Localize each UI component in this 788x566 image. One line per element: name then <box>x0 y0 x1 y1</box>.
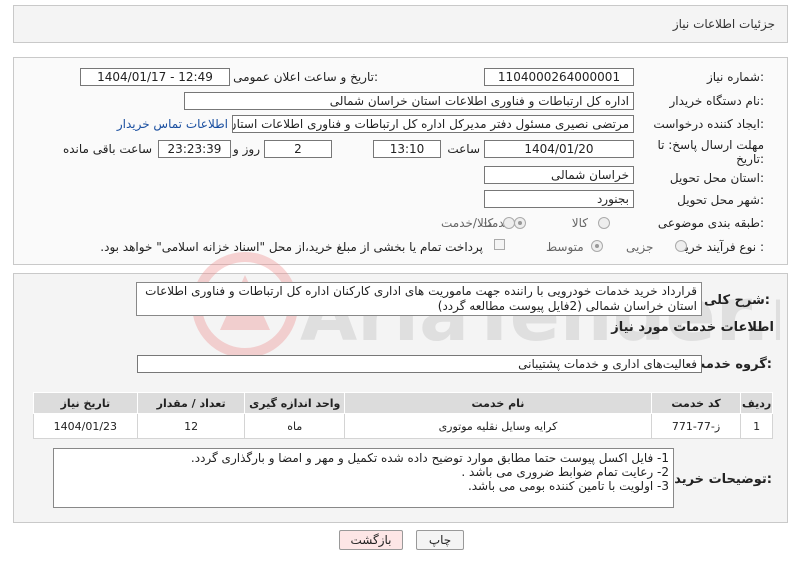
col-service-name: نام خدمت <box>344 392 652 414</box>
services-section-title: اطلاعات خدمات مورد نیاز <box>611 320 774 335</box>
deadline-label-1: مهلت ارسال پاسخ: تا <box>657 138 764 152</box>
process-option-minor: جزیی <box>626 240 654 254</box>
print-button[interactable]: چاپ <box>416 530 464 550</box>
buyer-org-label: نام دستگاه خریدار: <box>669 94 765 108</box>
category-radio-both[interactable] <box>503 217 515 229</box>
deadline-date-field: 1404/01/20 <box>484 140 634 158</box>
cell-row-number: 1 <box>740 413 773 439</box>
payment-note: پرداخت تمام یا بخشی از مبلغ خرید،از محل … <box>100 240 483 254</box>
service-group-field: فعالیت‌های اداری و خدمات پشتیبانی <box>137 355 702 373</box>
buyer-note-line: 1- فایل اکسل پیوست حتما مطابق موارد توضی… <box>190 451 669 465</box>
header-panel: جزئیات اطلاعات نیاز <box>13 5 788 43</box>
creator-field: مرتضی نصیری مسئول دفتر مدیرکل اداره کل ا… <box>232 115 634 133</box>
category-option-goods: کالا <box>571 216 588 230</box>
announce-label: تاریخ و ساعت اعلان عمومی: <box>233 70 378 84</box>
col-service-code: کد خدمت <box>650 392 742 414</box>
category-radio-goods[interactable] <box>598 217 610 229</box>
buyer-notes-label: توضیحات خریدار: <box>662 472 772 487</box>
deadline-label-2: تاریخ: <box>736 152 764 166</box>
contact-buyer-link[interactable]: اطلاعات تماس خریدار <box>117 117 228 131</box>
need-number-label: شماره نیاز: <box>706 70 764 84</box>
days-field: 2 <box>264 140 332 158</box>
cell-quantity: 12 <box>136 413 246 439</box>
city-label: شهر محل تحویل: <box>677 193 764 207</box>
days-label: روز و <box>233 142 260 156</box>
category-radio-service[interactable] <box>514 217 526 229</box>
need-number-field: 1104000264000001 <box>484 68 634 86</box>
buyer-org-field: اداره کل ارتباطات و فناوری اطلاعات استان… <box>184 92 634 110</box>
process-label: نوع فرآیند خرید : <box>679 240 764 254</box>
col-unit: واحد اندازه گیری <box>244 392 346 414</box>
process-radio-medium[interactable] <box>591 240 603 252</box>
remaining-label: ساعت باقی مانده <box>62 142 152 156</box>
cell-need-date: 1404/01/23 <box>33 413 138 439</box>
col-row-number: ردیف <box>740 392 773 414</box>
service-group-label: گروه خدمت: <box>692 357 772 372</box>
category-label: طبقه بندی موضوعی: <box>657 216 764 230</box>
table-row: 1 ز-77-771 کرایه وسایل نقلیه موتوری ماه … <box>33 413 773 439</box>
page-title: جزئیات اطلاعات نیاز <box>672 17 775 31</box>
cell-service-code: ز-77-771 <box>650 413 742 439</box>
summary-textarea[interactable]: قرارداد خرید خدمات خودرویی با راننده جهت… <box>136 282 702 316</box>
cell-service-name: کرایه وسایل نقلیه موتوری <box>344 413 652 439</box>
treasury-checkbox[interactable] <box>494 239 505 250</box>
col-quantity: تعداد / مقدار <box>136 392 246 414</box>
table-header-row: ردیف کد خدمت نام خدمت واحد اندازه گیری ت… <box>33 392 773 414</box>
services-table: ردیف کد خدمت نام خدمت واحد اندازه گیری ت… <box>33 392 773 439</box>
back-button[interactable]: بازگشت <box>339 530 403 550</box>
creator-label: ایجاد کننده درخواست: <box>653 117 764 131</box>
process-radio-minor[interactable] <box>675 240 687 252</box>
announce-field: 1404/01/17 - 12:49 <box>80 68 230 86</box>
col-need-date: تاریخ نیاز <box>33 392 138 414</box>
form-panel <box>13 57 788 265</box>
time-label: ساعت <box>447 142 480 156</box>
province-label: استان محل تحویل: <box>669 171 764 185</box>
buyer-note-line: 2- رعایت تمام ضوابط ضروری می باشد . <box>461 465 669 479</box>
buyer-note-line: 3- اولویت با تامین کننده بومی می باشد. <box>467 479 669 493</box>
province-field: خراسان شمالی <box>484 166 634 184</box>
category-option-goods-service: کالا/خدمت <box>441 216 494 230</box>
deadline-time-field: 13:10 <box>373 140 441 158</box>
process-option-medium: متوسط <box>546 240 584 254</box>
cell-unit: ماه <box>244 413 346 439</box>
city-field: بجنورد <box>484 190 634 208</box>
remaining-time-field: 23:23:39 <box>158 140 231 158</box>
buyer-notes-textarea[interactable]: 1- فایل اکسل پیوست حتما مطابق موارد توضی… <box>53 448 674 508</box>
